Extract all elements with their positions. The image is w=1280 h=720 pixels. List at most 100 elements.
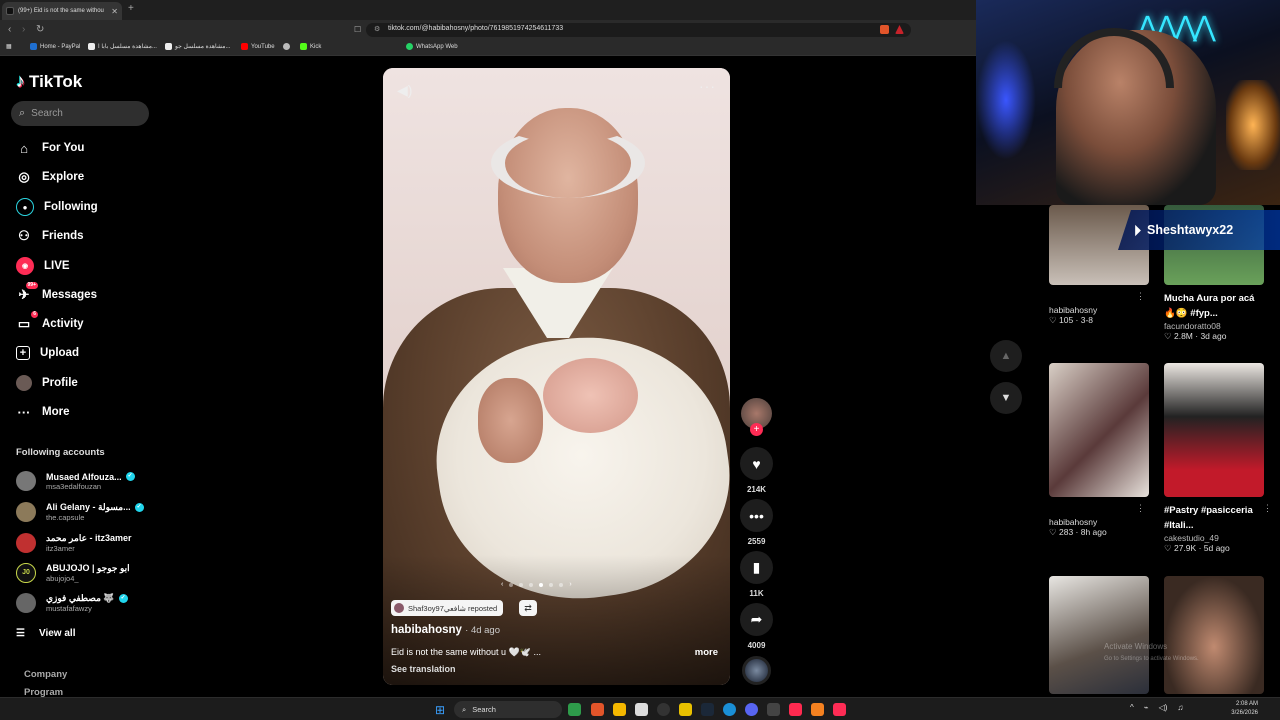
chevron-up-icon[interactable]: ^	[1130, 703, 1134, 712]
bookmark-whatsapp[interactable]: WhatsApp Web	[406, 43, 458, 50]
grid-card[interactable]: ⋮ habibahosny ♡ 283 · 8h ago	[1049, 363, 1149, 538]
tiktok-logo[interactable]: ♪ TikTok	[16, 71, 82, 92]
volume-icon[interactable]: ◀)	[397, 82, 412, 99]
carousel-dot[interactable]	[519, 582, 524, 587]
network-icon[interactable]: ⌁	[1144, 703, 1149, 712]
carousel-dot[interactable]	[539, 582, 544, 587]
windows-start-icon[interactable]: ⊞	[435, 703, 445, 717]
follow-plus-icon[interactable]: +	[750, 423, 763, 436]
repost-badge[interactable]: Shaf3oy97شافعي reposted	[391, 600, 504, 616]
nav-friends[interactable]: ⚇ Friends	[16, 228, 83, 244]
comment-button[interactable]: ••• 2559	[740, 499, 773, 546]
kebab-icon[interactable]: ⋮	[1136, 291, 1145, 302]
reload-icon[interactable]: ↻	[36, 24, 44, 35]
account-handle: abujojo4_	[46, 574, 79, 583]
carousel-prev-icon[interactable]: ‹	[501, 581, 503, 588]
nav-more[interactable]: ··· More	[16, 404, 70, 420]
site-info-icon[interactable]: ⚙	[374, 25, 380, 33]
file-explorer-icon[interactable]	[613, 703, 626, 716]
next-video-button[interactable]: ▼	[990, 382, 1022, 414]
nav-upload[interactable]: + Upload	[16, 346, 79, 360]
tiktok-app-icon[interactable]	[833, 703, 846, 716]
forward-icon[interactable]: ›	[22, 24, 25, 35]
volume-icon[interactable]: ◁)	[1159, 703, 1168, 712]
grid-card[interactable]	[1164, 576, 1264, 694]
account-item[interactable]: J0 ABUJOJO | ابو جوجو abujojo4_	[16, 563, 130, 583]
nav-following[interactable]: ● Following	[16, 198, 98, 216]
obs-icon[interactable]	[767, 703, 780, 716]
cam-warm-light	[1226, 80, 1280, 170]
bookmark-icon[interactable]: ☐	[354, 25, 361, 34]
streamer-name: Sheshtawyx22	[1147, 223, 1234, 237]
steam-icon[interactable]	[701, 703, 714, 716]
previous-video-button[interactable]: ▲	[990, 340, 1022, 372]
app-icon[interactable]	[679, 703, 692, 716]
edge-icon[interactable]	[723, 703, 736, 716]
music-disc-icon[interactable]	[742, 656, 771, 685]
more-options-icon[interactable]: ···	[699, 78, 716, 94]
carousel-next-icon[interactable]: ›	[569, 581, 571, 588]
github-icon[interactable]	[657, 703, 670, 716]
carousel-dot[interactable]	[549, 582, 554, 587]
account-item[interactable]: عامر محمد - itz3amer itz3amer	[16, 533, 132, 553]
brave-icon[interactable]	[591, 703, 604, 716]
view-all-button[interactable]: ☰ View all	[16, 628, 75, 639]
carousel-dot[interactable]	[509, 582, 514, 587]
caption-more-button[interactable]: more	[695, 647, 718, 658]
account-item[interactable]: مصطفي فوزي 🐺 ✓ mustafafawzy	[16, 593, 128, 613]
bookmark-series-1[interactable]: مشاهدة مسلسل بابا ا...	[88, 43, 157, 50]
bookmark-kick[interactable]: Kick	[300, 43, 321, 50]
account-item[interactable]: Musaed Alfouza... ✓ msa3edalfouzan	[16, 471, 135, 491]
account-item[interactable]: Ali Gelany - مسولة... ✓ the.capsule	[16, 502, 144, 522]
activate-line-1: Activate Windows	[1104, 642, 1168, 651]
like-button[interactable]: ♥ 214K	[740, 447, 773, 494]
discord-icon[interactable]	[745, 703, 758, 716]
bookmark-paypal[interactable]: Home - PayPal	[30, 43, 80, 50]
carousel-dot[interactable]	[529, 582, 534, 587]
app-icon[interactable]	[789, 703, 802, 716]
nav-for-you[interactable]: ⌂ For You	[16, 140, 84, 156]
footer-company-link[interactable]: Company	[24, 669, 67, 680]
store-icon[interactable]	[635, 703, 648, 716]
browser-tab[interactable]: (99+) Eid is not the same withou ✕	[2, 2, 122, 20]
account-handle: mustafafawzy	[46, 604, 92, 613]
author-line[interactable]: habibahosny · 4d ago	[391, 624, 500, 636]
nav-activity[interactable]: ▭ 6 Activity	[16, 311, 84, 332]
widget-icon[interactable]	[568, 703, 581, 716]
apps-icon[interactable]: ▦	[6, 43, 12, 50]
new-tab-icon[interactable]: +	[128, 3, 134, 14]
nav-label: For You	[42, 142, 85, 154]
grid-card[interactable]	[1049, 576, 1149, 694]
url-field[interactable]: ⚙ tiktok.com/@habibahosny/photo/76198519…	[366, 23, 911, 37]
bookmark-youtube[interactable]: YouTube	[241, 43, 275, 50]
kebab-icon[interactable]: ⋮	[1136, 503, 1145, 514]
grid-stats: ♡ 27.9K · 5d ago	[1164, 543, 1230, 553]
nav-explore[interactable]: ◎ Explore	[16, 169, 84, 185]
search-placeholder: Search	[31, 108, 63, 119]
carousel-dot[interactable]	[559, 582, 564, 587]
nav-messages[interactable]: ✈ 99+ Messages	[16, 282, 97, 303]
cloud-icon[interactable]	[811, 703, 824, 716]
system-tray[interactable]: ^ ⌁ ◁) ♫	[1130, 703, 1183, 712]
nav-live[interactable]: ◉ LIVE	[16, 257, 70, 275]
repost-icon[interactable]: ⇄	[519, 600, 537, 616]
avatar	[16, 471, 36, 491]
share-button[interactable]: ➦ 4009	[740, 603, 773, 650]
search-input[interactable]: ⌕ Search	[11, 101, 149, 126]
grid-card[interactable]: ⋮ #Pastry #pasicceria #Itali... cakestud…	[1164, 363, 1272, 554]
kebab-icon[interactable]: ⋮	[1263, 503, 1272, 514]
bell-icon[interactable]: ♫	[1177, 703, 1183, 712]
nav-profile[interactable]: Profile	[16, 375, 78, 391]
taskbar-search[interactable]: ⌕ Search	[454, 701, 562, 718]
bookmark-icon-misc[interactable]	[283, 43, 290, 50]
close-tab-icon[interactable]: ✕	[111, 7, 118, 16]
see-translation-link[interactable]: See translation	[391, 664, 456, 674]
bookmark-series-2[interactable]: مشاهدة مسلسل جو...	[165, 43, 230, 50]
account-handle: the.capsule	[46, 513, 85, 522]
brave-shield-icon[interactable]	[880, 25, 889, 34]
save-button[interactable]: ▮ 11K	[740, 551, 773, 598]
back-icon[interactable]: ‹	[8, 24, 11, 35]
photo-post[interactable]: ◀) ··· ‹ › Shaf3oy97شافعي reposted ⇄ hab…	[383, 68, 730, 685]
activity-icon: ▭ 6	[17, 311, 38, 331]
clock[interactable]: 2:08 AM 3/26/2026	[1228, 700, 1258, 718]
